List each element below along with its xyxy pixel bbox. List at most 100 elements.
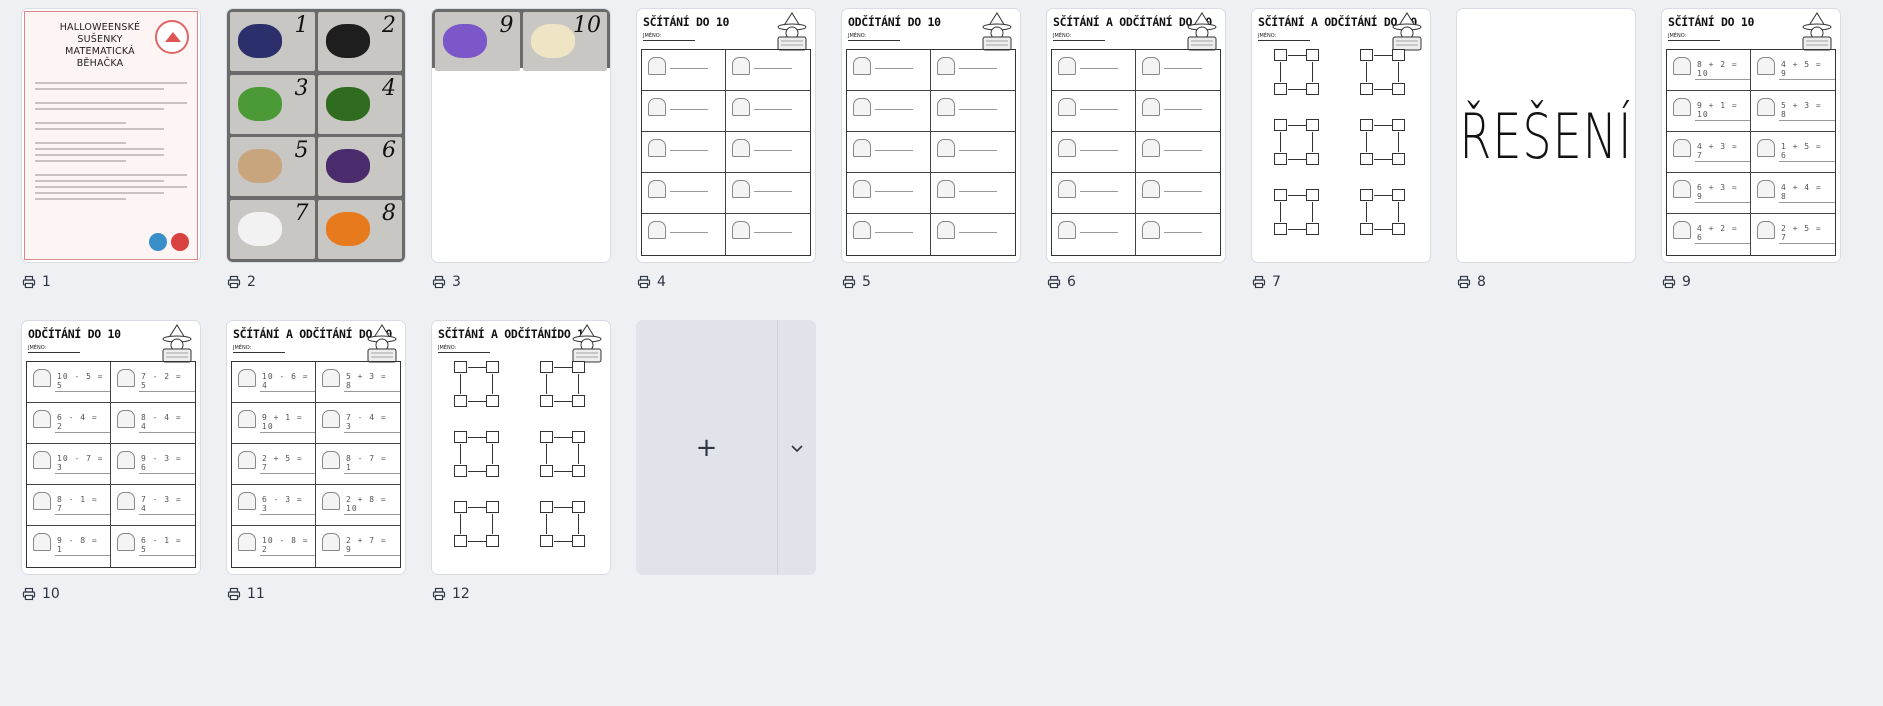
cookie-tile: 9 (435, 12, 520, 71)
witch-icon (1058, 139, 1076, 157)
page-thumbnail[interactable]: HALLOWEENSKÉ SUŠENKY MATEMATICKÁ BĚHAČKA (21, 8, 201, 263)
page-thumbnail[interactable]: SČÍTÁNÍ DO 10 JMÉNO: (636, 8, 816, 263)
cookie-tile: 4 (317, 74, 402, 134)
equation: 4 + 2 = 6 (1695, 224, 1750, 244)
page-thumbnail[interactable]: ODČÍTÁNÍ DO 10 JMÉNO: (841, 8, 1021, 263)
name-field-label: JMÉNO: (1258, 33, 1310, 41)
cookie-icon (238, 24, 282, 58)
cover-text-lines (35, 82, 187, 200)
exercise-cell (1052, 173, 1136, 214)
number-box (486, 431, 499, 443)
witch-icon (1673, 98, 1691, 116)
equation-blank (1080, 60, 1118, 69)
number-box (1306, 49, 1319, 61)
exercise-cell: 6 - 4 = 2 (27, 403, 111, 444)
witch-icon (1058, 221, 1076, 239)
exercise-cell: 8 + 2 = 10 (1667, 50, 1751, 91)
cookie-number: 7 (294, 200, 309, 226)
exercise-cell (931, 214, 1015, 255)
witch-icon (117, 492, 135, 510)
page-label: 7 (1251, 274, 1431, 290)
number-box (540, 395, 553, 407)
math-chain (526, 429, 598, 485)
page-thumbnail-cell: HALLOWEENSKÉ SUŠENKY MATEMATICKÁ BĚHAČKA… (21, 8, 201, 290)
number-box (572, 535, 585, 547)
page-thumbnail[interactable]: 1 2 3 4 5 6 7 8 (226, 8, 406, 263)
witch-icon (853, 221, 871, 239)
page-thumbnail[interactable]: ODČÍTÁNÍ DO 10 JMÉNO: 10 - 5 = 5 7 - 2 = 5 6… (21, 320, 201, 575)
number-box (454, 535, 467, 547)
math-chain (1346, 47, 1418, 103)
math-chain (1260, 117, 1332, 173)
cookie-number: 6 (382, 138, 396, 163)
cookie-icon (325, 24, 370, 58)
witch-icon (1757, 57, 1775, 75)
equation: 8 - 1 = 7 (55, 495, 110, 515)
page-label: 5 (841, 274, 1021, 290)
arrow (1374, 125, 1392, 126)
printer-icon (1252, 275, 1266, 289)
witch-icon (1757, 139, 1775, 157)
exercise-cell (1136, 91, 1220, 132)
arrow (546, 514, 547, 534)
equation: 4 + 5 = 9 (1779, 60, 1835, 80)
equation-blank (875, 60, 913, 69)
equation: 1 + 5 = 6 (1779, 142, 1835, 162)
equation-blank (670, 101, 708, 110)
equation: 5 + 3 = 8 (1779, 101, 1835, 121)
exercise-cell (1052, 214, 1136, 255)
page-label: 3 (431, 274, 611, 290)
equation: 5 + 3 = 8 (344, 372, 400, 392)
witch-icon (322, 410, 340, 428)
equation-blank (1080, 183, 1118, 192)
arrow (1366, 202, 1367, 222)
page-thumbnail-cell: SČÍTÁNÍ A ODČÍTÁNÍ DO 10 JMÉNO: 10 - 6 = 4… (226, 320, 406, 602)
printer-icon (227, 587, 241, 601)
equation-blank (959, 60, 997, 69)
equation: 10 - 7 = 3 (55, 454, 110, 474)
arrow (460, 444, 461, 464)
exercise-cell: 4 + 2 = 6 (1667, 214, 1751, 255)
add-page-dropdown-button[interactable] (778, 320, 816, 575)
witch-icon (33, 369, 51, 387)
arrow (1280, 132, 1281, 152)
page-label: 10 (21, 586, 201, 602)
witch-icon (1673, 180, 1691, 198)
equation: 9 - 3 = 6 (139, 454, 195, 474)
equation-blank (1164, 101, 1202, 110)
page-thumbnail[interactable]: ŘEŠENÍ (1456, 8, 1636, 263)
worksheet-title: ODČÍTÁNÍ DO 10 (28, 327, 121, 341)
page-thumbnail[interactable]: SČÍTÁNÍ A ODČÍTÁNÍ DO 10 JMÉNO: (1046, 8, 1226, 263)
witch-icon (1058, 98, 1076, 116)
page-thumbnail[interactable]: SČÍTÁNÍ DO 10 JMÉNO: 8 + 2 = 10 4 + 5 = 9 9 … (1661, 8, 1841, 263)
cookie-number: 2 (382, 13, 396, 38)
number-box (454, 395, 467, 407)
equation: 8 - 4 = 4 (139, 413, 195, 433)
page-thumbnail[interactable]: SČÍTÁNÍ A ODČÍTÁNÍ DO 10 JMÉNO: (1251, 8, 1431, 263)
page-number: 12 (452, 586, 470, 602)
arrow (546, 444, 547, 464)
number-box (572, 361, 585, 373)
equation-blank (875, 142, 913, 151)
page-thumbnail-cell: SČÍTÁNÍ DO 10 JMÉNO: 8 + 2 = 10 4 + 5 = 9 9 … (1661, 8, 1841, 290)
math-chain (1260, 187, 1332, 243)
cookie-tile: 2 (317, 12, 402, 71)
page-thumbnail[interactable]: 9 10 (431, 8, 611, 263)
witch-icon (853, 139, 871, 157)
arrow (492, 514, 493, 534)
page-thumbnail[interactable]: SČÍTÁNÍ A ODČÍTÁNÍ DO 10 JMÉNO: 10 - 6 = 4… (226, 320, 406, 575)
equation: 4 + 3 = 7 (1695, 142, 1750, 162)
exercise-cell: 2 + 5 = 7 (1751, 214, 1835, 255)
cookie-icon (238, 86, 282, 121)
witch-icon (238, 369, 256, 387)
witch-icon (33, 451, 51, 469)
exercise-cell: 2 + 8 = 10 (316, 485, 400, 526)
exercise-cell: 2 + 7 = 9 (316, 526, 400, 567)
equation: 10 - 6 = 4 (260, 372, 315, 392)
add-page-button[interactable]: + (636, 320, 777, 575)
add-page-cell: + (636, 320, 816, 602)
equation-blank (875, 101, 913, 110)
equation: 7 - 4 = 3 (344, 413, 400, 433)
witch-icon (1142, 139, 1160, 157)
page-thumbnail[interactable]: SČÍTÁNÍ A ODČÍTÁNÍDO 10 JMÉNO: (431, 320, 611, 575)
